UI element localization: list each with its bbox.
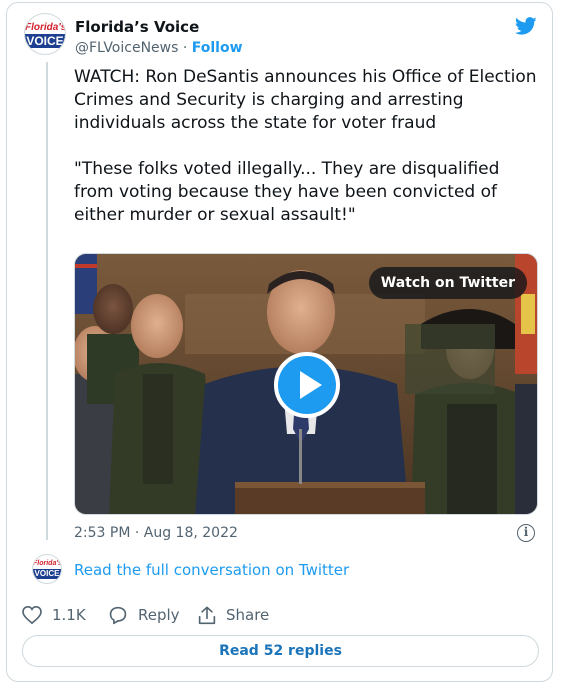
watch-on-twitter-button[interactable]: Watch on Twitter (368, 267, 527, 299)
play-icon (300, 371, 322, 399)
handle-separator: · (178, 40, 192, 56)
like-button[interactable]: 1.1K (22, 604, 86, 626)
avatar-line2: VOICE (25, 34, 65, 48)
thread-line (46, 62, 48, 540)
conversation-avatar: Florida's VOICE (32, 554, 62, 584)
share-icon (198, 606, 216, 624)
author-name[interactable]: Florida’s Voice (75, 18, 199, 36)
tweet-timestamp[interactable]: 2:53 PM · Aug 18, 2022 (74, 525, 238, 541)
heart-icon (22, 606, 42, 624)
tweet-text: WATCH: Ron DeSantis announces his Office… (74, 67, 537, 225)
read-full-conversation-link[interactable]: Read the full conversation on Twitter (74, 561, 349, 579)
avatar-line1-small: Florida's (33, 560, 62, 567)
share-button[interactable]: Share (198, 604, 269, 626)
author-handle[interactable]: @FLVoiceNews (75, 40, 178, 56)
reply-label: Reply (138, 606, 180, 624)
share-label: Share (226, 606, 270, 624)
like-count: 1.1K (52, 606, 86, 624)
avatar-line1: Florida's (25, 22, 66, 33)
read-replies-button[interactable]: Read 52 replies (22, 635, 539, 667)
author-handle-row: @FLVoiceNews · Follow (75, 40, 243, 56)
info-icon[interactable]: i (517, 524, 535, 542)
avatar-line2-small: VOICE (33, 569, 61, 579)
author-avatar[interactable]: Florida's VOICE (24, 13, 66, 55)
twitter-bird-icon[interactable] (514, 15, 538, 37)
video-thumbnail[interactable]: Watch on Twitter (74, 253, 538, 515)
follow-button[interactable]: Follow (192, 40, 243, 56)
reply-button[interactable]: Reply (108, 604, 180, 626)
reply-bubble-icon (109, 606, 127, 624)
play-button[interactable] (274, 352, 340, 418)
